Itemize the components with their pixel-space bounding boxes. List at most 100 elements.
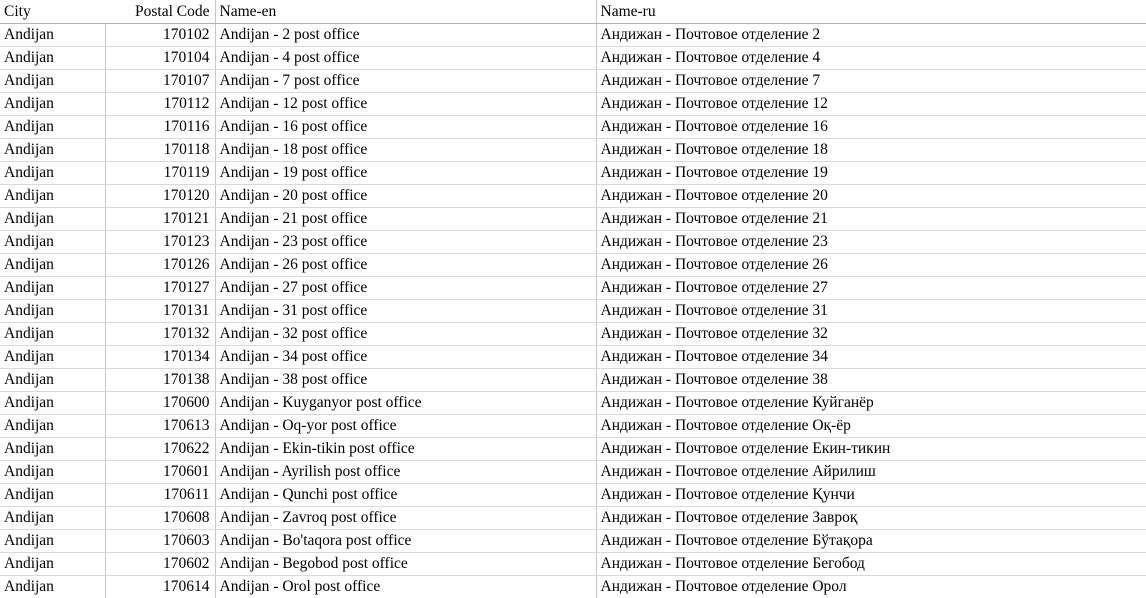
cell-name-ru[interactable]: Андижан - Почтовое отделение 16	[596, 115, 1146, 139]
column-header-postal-code[interactable]: Postal Code	[105, 0, 216, 24]
cell-name-ru[interactable]: Андижан - Почтовое отделение 19	[596, 161, 1146, 185]
cell-name-ru[interactable]: Андижан - Почтовое отделение Бўтақора	[596, 529, 1146, 553]
cell-city[interactable]: Andijan	[0, 253, 106, 277]
cell-name-ru[interactable]: Андижан - Почтовое отделение Куйганёр	[596, 391, 1146, 415]
cell-city[interactable]: Andijan	[0, 345, 106, 369]
cell-city[interactable]: Andijan	[0, 299, 106, 323]
cell-name-en[interactable]: Andijan - 31 post office	[215, 299, 597, 323]
cell-name-ru[interactable]: Андижан - Почтовое отделение Орол	[596, 575, 1146, 598]
cell-name-en[interactable]: Andijan - 2 post office	[215, 23, 597, 47]
cell-name-en[interactable]: Andijan - Begobod post office	[215, 552, 597, 576]
table-row[interactable]: Andijan 170613 Andijan - Oq-yor post offic…	[0, 414, 1146, 438]
column-header-city[interactable]: City	[0, 0, 106, 24]
cell-name-ru[interactable]: Андижан - Почтовое отделение 20	[596, 184, 1146, 208]
cell-city[interactable]: Andijan	[0, 483, 106, 507]
cell-postal-code[interactable]: 170102	[105, 23, 216, 47]
cell-city[interactable]: Andijan	[0, 161, 106, 185]
cell-name-ru[interactable]: Андижан - Почтовое отделение Бегобод	[596, 552, 1146, 576]
cell-name-en[interactable]: Andijan - Bo'taqora post office	[215, 529, 597, 553]
table-row[interactable]: Andijan 170121 Andijan - 21 post office Анд…	[0, 207, 1146, 231]
cell-name-ru[interactable]: Андижан - Почтовое отделение Екин-тикин	[596, 437, 1146, 461]
cell-city[interactable]: Andijan	[0, 23, 106, 47]
table-row[interactable]: Andijan 170127 Andijan - 27 post office Анд…	[0, 276, 1146, 300]
table-row[interactable]: Andijan 170123 Andijan - 23 post office Анд…	[0, 230, 1146, 254]
cell-postal-code[interactable]: 170611	[105, 483, 216, 507]
cell-name-en[interactable]: Andijan - 18 post office	[215, 138, 597, 162]
cell-city[interactable]: Andijan	[0, 460, 106, 484]
cell-name-ru[interactable]: Андижан - Почтовое отделение 2	[596, 23, 1146, 47]
cell-postal-code[interactable]: 170613	[105, 414, 216, 438]
cell-name-ru[interactable]: Андижан - Почтовое отделение 26	[596, 253, 1146, 277]
table-row[interactable]: Andijan 170614 Andijan - Orol post office А…	[0, 575, 1146, 598]
table-row[interactable]: Andijan 170611 Andijan - Qunchi post offic…	[0, 483, 1146, 507]
cell-name-en[interactable]: Andijan - 16 post office	[215, 115, 597, 139]
cell-city[interactable]: Andijan	[0, 437, 106, 461]
cell-postal-code[interactable]: 170622	[105, 437, 216, 461]
cell-city[interactable]: Andijan	[0, 391, 106, 415]
table-row[interactable]: Andijan 170118 Andijan - 18 post office Анд…	[0, 138, 1146, 162]
cell-name-en[interactable]: Andijan - 27 post office	[215, 276, 597, 300]
cell-name-en[interactable]: Andijan - 34 post office	[215, 345, 597, 369]
cell-postal-code[interactable]: 170127	[105, 276, 216, 300]
cell-name-en[interactable]: Andijan - Qunchi post office	[215, 483, 597, 507]
cell-name-ru[interactable]: Андижан - Почтовое отделение 32	[596, 322, 1146, 346]
cell-name-en[interactable]: Andijan - Kuyganyor post office	[215, 391, 597, 415]
table-row[interactable]: Andijan 170608 Andijan - Zavroq post offic…	[0, 506, 1146, 530]
cell-name-ru[interactable]: Андижан - Почтовое отделение Айрилиш	[596, 460, 1146, 484]
cell-postal-code[interactable]: 170603	[105, 529, 216, 553]
cell-city[interactable]: Andijan	[0, 368, 106, 392]
cell-city[interactable]: Andijan	[0, 414, 106, 438]
cell-postal-code[interactable]: 170134	[105, 345, 216, 369]
cell-postal-code[interactable]: 170132	[105, 322, 216, 346]
cell-name-en[interactable]: Andijan - 32 post office	[215, 322, 597, 346]
cell-name-ru[interactable]: Андижан - Почтовое отделение 23	[596, 230, 1146, 254]
cell-name-ru[interactable]: Андижан - Почтовое отделение 34	[596, 345, 1146, 369]
cell-name-en[interactable]: Andijan - 26 post office	[215, 253, 597, 277]
cell-postal-code[interactable]: 170126	[105, 253, 216, 277]
cell-city[interactable]: Andijan	[0, 69, 106, 93]
cell-name-ru[interactable]: Андижан - Почтовое отделение Заврoқ	[596, 506, 1146, 530]
cell-name-en[interactable]: Andijan - 12 post office	[215, 92, 597, 116]
cell-name-en[interactable]: Andijan - Ekin-tikin post office	[215, 437, 597, 461]
cell-city[interactable]: Andijan	[0, 230, 106, 254]
cell-name-ru[interactable]: Андижан - Почтовое отделение 31	[596, 299, 1146, 323]
table-row[interactable]: Andijan 170602 Andijan - Begobod post offi…	[0, 552, 1146, 576]
cell-name-ru[interactable]: Андижан - Почтовое отделение 7	[596, 69, 1146, 93]
cell-name-en[interactable]: Andijan - 19 post office	[215, 161, 597, 185]
cell-city[interactable]: Andijan	[0, 506, 106, 530]
cell-postal-code[interactable]: 170602	[105, 552, 216, 576]
cell-city[interactable]: Andijan	[0, 138, 106, 162]
cell-postal-code[interactable]: 170116	[105, 115, 216, 139]
table-row[interactable]: Andijan 170102 Andijan - 2 post office Анди…	[0, 23, 1146, 47]
cell-name-en[interactable]: Andijan - 38 post office	[215, 368, 597, 392]
cell-name-en[interactable]: Andijan - 4 post office	[215, 46, 597, 70]
cell-city[interactable]: Andijan	[0, 184, 106, 208]
table-row[interactable]: Andijan 170120 Andijan - 20 post office Анд…	[0, 184, 1146, 208]
table-row[interactable]: Andijan 170134 Andijan - 34 post office Анд…	[0, 345, 1146, 369]
table-row[interactable]: Andijan 170132 Andijan - 32 post office Анд…	[0, 322, 1146, 346]
cell-postal-code[interactable]: 170121	[105, 207, 216, 231]
cell-name-ru[interactable]: Андижан - Почтовое отделение 38	[596, 368, 1146, 392]
cell-postal-code[interactable]: 170131	[105, 299, 216, 323]
column-header-name-en[interactable]: Name-en	[215, 0, 597, 24]
cell-name-ru[interactable]: Андижан - Почтовое отделение 21	[596, 207, 1146, 231]
cell-postal-code[interactable]: 170138	[105, 368, 216, 392]
table-row[interactable]: Andijan 170603 Andijan - Bo'taqora post of…	[0, 529, 1146, 553]
table-row[interactable]: Andijan 170138 Andijan - 38 post office Анд…	[0, 368, 1146, 392]
column-header-name-ru[interactable]: Name-ru	[596, 0, 1146, 24]
cell-name-en[interactable]: Andijan - 21 post office	[215, 207, 597, 231]
table-row[interactable]: Andijan 170601 Andijan - Ayrilish post off…	[0, 460, 1146, 484]
cell-city[interactable]: Andijan	[0, 115, 106, 139]
cell-city[interactable]: Andijan	[0, 46, 106, 70]
cell-postal-code[interactable]: 170601	[105, 460, 216, 484]
table-row[interactable]: Andijan 170622 Andijan - Ekin-tikin post o…	[0, 437, 1146, 461]
cell-name-en[interactable]: Andijan - Ayrilish post office	[215, 460, 597, 484]
cell-postal-code[interactable]: 170614	[105, 575, 216, 598]
cell-postal-code[interactable]: 170600	[105, 391, 216, 415]
cell-postal-code[interactable]: 170112	[105, 92, 216, 116]
cell-postal-code[interactable]: 170119	[105, 161, 216, 185]
cell-city[interactable]: Andijan	[0, 552, 106, 576]
cell-postal-code[interactable]: 170104	[105, 46, 216, 70]
cell-name-en[interactable]: Andijan - Zavroq post office	[215, 506, 597, 530]
cell-name-en[interactable]: Andijan - Orol post office	[215, 575, 597, 598]
